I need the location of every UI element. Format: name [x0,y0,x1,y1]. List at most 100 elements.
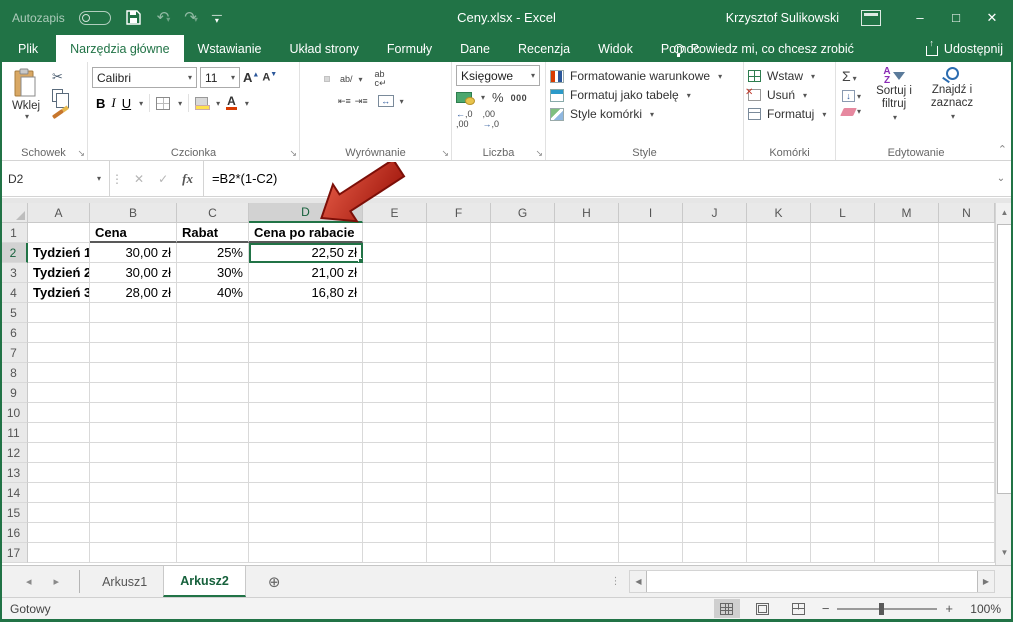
cell-H7[interactable] [555,343,619,363]
column-header-M[interactable]: M [875,203,939,223]
cell-M15[interactable] [875,503,939,523]
cell-J3[interactable] [683,263,747,283]
cell-F1[interactable] [427,223,491,243]
cell-N10[interactable] [939,403,995,423]
cell-M4[interactable] [875,283,939,303]
zoom-in-icon[interactable]: + [945,601,953,616]
maximize-button[interactable]: □ [941,4,971,32]
cell-J8[interactable] [683,363,747,383]
decrease-indent-icon[interactable]: ⇤≡ [338,97,351,106]
cell-D2[interactable]: 22,50 zł [249,243,363,263]
cell-B12[interactable] [90,443,177,463]
cell-N3[interactable] [939,263,995,283]
cell-K14[interactable] [747,483,811,503]
row-header-8[interactable]: 8 [0,363,28,383]
cell-L3[interactable] [811,263,875,283]
cell-M3[interactable] [875,263,939,283]
cell-I5[interactable] [619,303,683,323]
tab-formuly[interactable]: Formuły [373,35,446,62]
cell-G15[interactable] [491,503,555,523]
cell-F10[interactable] [427,403,491,423]
cell-N15[interactable] [939,503,995,523]
cell-G3[interactable] [491,263,555,283]
cell-E8[interactable] [363,363,427,383]
cell-F11[interactable] [427,423,491,443]
cell-I9[interactable] [619,383,683,403]
cell-C15[interactable] [177,503,249,523]
cell-J10[interactable] [683,403,747,423]
cell-A2[interactable]: Tydzień 1 [28,243,90,263]
cell-L11[interactable] [811,423,875,443]
cell-K4[interactable] [747,283,811,303]
cell-F3[interactable] [427,263,491,283]
cell-D11[interactable] [249,423,363,443]
cell-F13[interactable] [427,463,491,483]
cell-N11[interactable] [939,423,995,443]
new-sheet-icon[interactable]: ⊕ [268,566,281,597]
cell-G10[interactable] [491,403,555,423]
cell-I13[interactable] [619,463,683,483]
cell-K1[interactable] [747,223,811,243]
bold-button[interactable]: B [96,96,105,111]
cell-A1[interactable] [28,223,90,243]
cell-K7[interactable] [747,343,811,363]
align-right-icon[interactable] [324,98,330,104]
cell-B7[interactable] [90,343,177,363]
cell-M17[interactable] [875,543,939,563]
cell-G12[interactable] [491,443,555,463]
column-header-D[interactable]: D [249,203,363,223]
row-header-4[interactable]: 4 [0,283,28,303]
cell-M2[interactable] [875,243,939,263]
cell-I4[interactable] [619,283,683,303]
cell-J9[interactable] [683,383,747,403]
cell-H4[interactable] [555,283,619,303]
cell-N8[interactable] [939,363,995,383]
scroll-right-icon[interactable]: ▶ [978,571,994,592]
cut-icon[interactable]: ✂ [52,69,64,85]
cell-I2[interactable] [619,243,683,263]
cell-E3[interactable] [363,263,427,283]
cell-E13[interactable] [363,463,427,483]
cell-I15[interactable] [619,503,683,523]
row-header-15[interactable]: 15 [0,503,28,523]
cell-B9[interactable] [90,383,177,403]
normal-view-button[interactable] [714,599,740,618]
collapse-ribbon-icon[interactable]: ⌃ [998,143,1007,156]
cell-E14[interactable] [363,483,427,503]
cell-K2[interactable] [747,243,811,263]
cell-B16[interactable] [90,523,177,543]
cell-J1[interactable] [683,223,747,243]
clear-button[interactable]: ▾ [842,106,861,116]
cell-A8[interactable] [28,363,90,383]
customize-quick-access-icon[interactable]: —▾ [212,13,222,23]
underline-button[interactable]: U [122,96,131,111]
cell-G2[interactable] [491,243,555,263]
format-as-table-button[interactable]: Formatuj jako tabelę▾ [550,88,739,102]
cell-I10[interactable] [619,403,683,423]
fill-button[interactable]: ↓▾ [842,90,861,102]
cell-B15[interactable] [90,503,177,523]
cell-F12[interactable] [427,443,491,463]
cell-L1[interactable] [811,223,875,243]
cell-L17[interactable] [811,543,875,563]
zoom-out-icon[interactable]: − [822,601,830,616]
cell-N4[interactable] [939,283,995,303]
cell-G8[interactable] [491,363,555,383]
cell-J5[interactable] [683,303,747,323]
font-size-select[interactable]: 11▾ [200,67,240,88]
cell-D17[interactable] [249,543,363,563]
sheet-prev-icon[interactable]: ◂ [26,575,32,588]
cell-I8[interactable] [619,363,683,383]
cell-L14[interactable] [811,483,875,503]
cell-F2[interactable] [427,243,491,263]
cell-A14[interactable] [28,483,90,503]
cell-F9[interactable] [427,383,491,403]
cell-M6[interactable] [875,323,939,343]
cell-L4[interactable] [811,283,875,303]
undo-icon[interactable]: ↶▾ [157,10,171,25]
cell-C3[interactable]: 30% [177,263,249,283]
column-header-C[interactable]: C [177,203,249,223]
cell-J13[interactable] [683,463,747,483]
fill-color-icon[interactable] [195,97,208,106]
cell-D12[interactable] [249,443,363,463]
